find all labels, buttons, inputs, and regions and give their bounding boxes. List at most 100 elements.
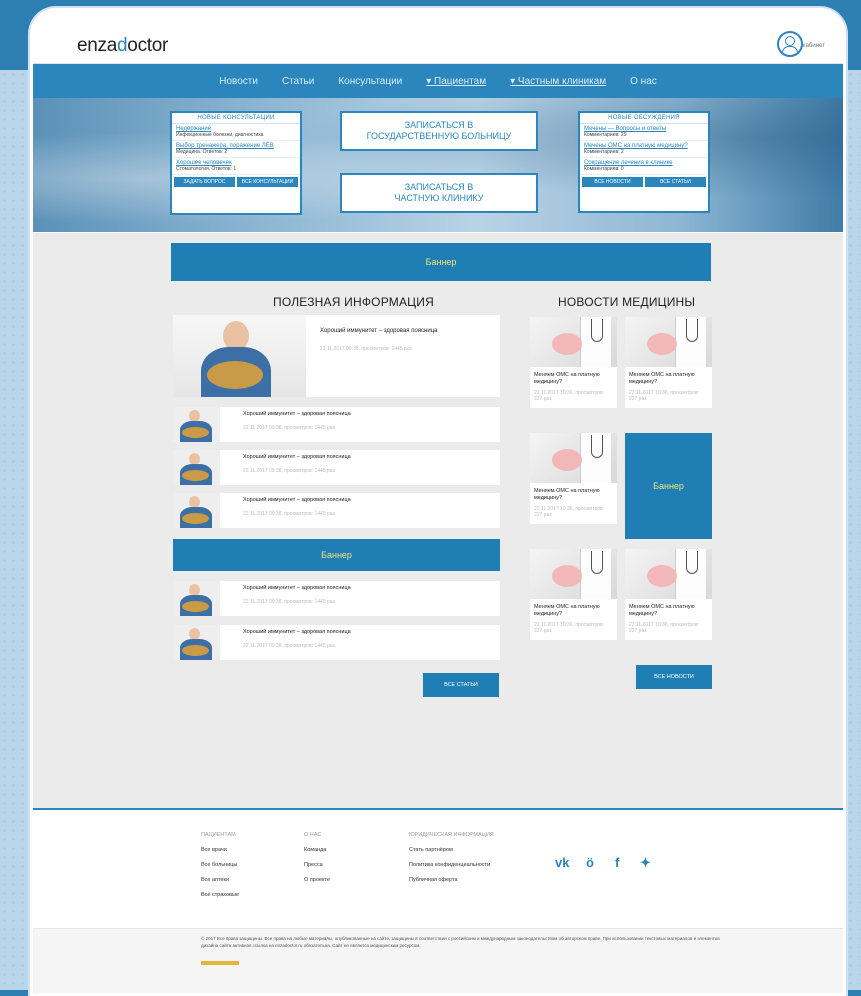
counter-badge[interactable] — [201, 961, 239, 965]
copyright-text: © 2017 Все права защищены. Все права на … — [201, 936, 720, 948]
news-card[interactable]: Меняем ОМС на платную медицину? 22.11.20… — [625, 549, 712, 640]
main-content: Баннер ПОЛЕЗНАЯ ИНФОРМАЦИЯ НОВОСТИ МЕДИЦ… — [33, 233, 843, 808]
footer-link[interactable]: Все врачи — [201, 843, 239, 858]
article-title[interactable]: Хороший иммунитет – здоровая поясница — [243, 497, 351, 503]
all-consultations-button[interactable]: ВСЕ КОНСУЛЬТАЦИИ — [237, 177, 298, 187]
consultation-item[interactable]: Выбор тренажера, поражение ЛЁВ Медицина. … — [172, 141, 300, 158]
article-item[interactable]: Хороший иммунитет – здоровая поясница 22… — [173, 625, 500, 660]
news-card[interactable]: Меняем ОМС на платную медицину? 22.11.20… — [530, 433, 617, 524]
footer-link[interactable]: Все аптеки — [201, 873, 239, 888]
medical-news-title: НОВОСТИ МЕДИЦИНЫ — [558, 295, 696, 309]
discussion-item[interactable]: Мечены — Вопросы и ответы Комментариев: 2… — [580, 124, 708, 141]
article-item[interactable]: Хороший иммунитет – здоровая поясница 22… — [173, 450, 500, 485]
article-item[interactable]: Хороший иммунитет – здоровая поясница 22… — [173, 581, 500, 616]
footer-heading: ЮРИДИЧЕСКАЯ ИНФОРМАЦИЯ — [409, 832, 494, 838]
all-articles-button[interactable]: ВСЕ СТАТЬИ — [645, 177, 706, 187]
news-meta: 22.11.2017 10:36, просмотров: 227 раз — [534, 506, 605, 518]
news-title[interactable]: Меняем ОМС на платную медицину? — [530, 483, 617, 502]
twitter-icon[interactable]: ✦ — [640, 855, 651, 871]
odnoklassniki-icon[interactable]: ö — [586, 855, 594, 870]
main-nav: Новости Статьи Консультации ▾ Пациентам … — [33, 64, 843, 98]
copyright-bar: © 2017 Все права защищены. Все права на … — [33, 928, 843, 993]
user-profile-icon[interactable] — [777, 31, 803, 57]
news-card[interactable]: Меняем ОМС на платную медицину? 22.11.20… — [530, 317, 617, 408]
article-thumb — [173, 407, 220, 442]
footer-link[interactable]: Все больницы — [201, 858, 239, 873]
side-banner[interactable]: Баннер — [625, 433, 712, 539]
news-title[interactable]: Меняем ОМС на платную медицину? — [625, 599, 712, 618]
article-meta: 22.11.2017 09:38, просмотров: 1445 раз — [243, 468, 335, 474]
consultation-item[interactable]: Недержание Инфекционные болезни, диагност… — [172, 124, 300, 141]
article-item[interactable]: Хороший иммунитет – здоровая поясница 22… — [173, 407, 500, 442]
discussion-sub: Комментариев: 0 — [584, 166, 624, 172]
book-state-line2: ГОСУДАРСТВЕННУЮ БОЛЬНИЦУ — [366, 131, 512, 141]
news-title[interactable]: Меняем ОМС на платную медицину? — [625, 367, 712, 386]
article-meta: 22.11.2017 09:38, просмотров: 1445 раз — [243, 511, 335, 517]
logo[interactable]: enzadoctor — [77, 35, 168, 57]
footer-col-legal: ЮРИДИЧЕСКАЯ ИНФОРМАЦИЯ Стать партнёром П… — [409, 828, 494, 888]
vk-icon[interactable]: vk — [555, 855, 569, 870]
article-thumb — [173, 625, 220, 660]
facebook-icon[interactable]: f — [615, 855, 619, 870]
nav-private-clinics[interactable]: ▾ Частным клиникам — [510, 76, 606, 87]
article-title[interactable]: Хороший иммунитет – здоровая поясница — [243, 411, 351, 417]
logo-text: enza — [77, 35, 118, 56]
nav-about[interactable]: О нас — [630, 76, 657, 87]
profile-label[interactable]: кабинет — [803, 43, 825, 49]
all-articles-button[interactable]: ВСЕ СТАТЬИ — [423, 673, 499, 697]
news-meta: 22.11.2017 10:36, просмотров: 227 раз — [629, 622, 700, 634]
footer-link[interactable]: Политика конфиденциальности — [409, 858, 494, 873]
consultations-title: НОВЫЕ КОНСУЛЬТАЦИИ — [172, 113, 300, 124]
nav-consultations[interactable]: Консультации — [338, 76, 402, 87]
book-private-clinic-button[interactable]: ЗАПИСАТЬСЯ В ЧАСТНУЮ КЛИНИКУ — [340, 173, 538, 213]
nav-patients[interactable]: ▾ Пациентам — [426, 76, 486, 87]
ask-question-button[interactable]: ЗАДАТЬ ВОПРОС — [174, 177, 235, 187]
footer-link[interactable]: Команда — [304, 843, 330, 858]
book-private-line1: ЗАПИСАТЬСЯ В — [404, 182, 474, 192]
article-title[interactable]: Хороший иммунитет – здоровая поясница — [243, 454, 351, 460]
discussions-box: НОВЫЕ ОБСУЖДЕНИЯ Мечены — Вопросы и отве… — [578, 111, 710, 213]
discussion-sub: Комментариев: 2 — [584, 149, 624, 155]
middle-banner[interactable]: Баннер — [173, 539, 500, 571]
footer-link[interactable]: Пресса — [304, 858, 330, 873]
logo-accent: d — [117, 35, 128, 56]
article-title[interactable]: Хороший иммунитет – здоровая поясница — [243, 629, 351, 635]
article-meta: 22.11.2017 09:38, просмотров: 1445 раз — [243, 425, 335, 431]
footer-link[interactable]: О проекте — [304, 873, 330, 888]
nav-news[interactable]: Новости — [219, 76, 258, 87]
consultations-box: НОВЫЕ КОНСУЛЬТАЦИИ Недержание Инфекционны… — [170, 111, 302, 215]
browser-frame: enzadoctor кабинет Новости Статьи Консул… — [30, 8, 846, 996]
article-thumb — [173, 450, 220, 485]
top-banner[interactable]: Баннер — [171, 243, 711, 281]
discussion-item[interactable]: Мечены ОМС на платную медицину? Комментар… — [580, 141, 708, 158]
discussion-sub: Комментариев: 29 — [584, 132, 627, 138]
footer-link[interactable]: Стать партнёром — [409, 843, 494, 858]
book-state-hospital-button[interactable]: ЗАПИСАТЬСЯ В ГОСУДАРСТВЕННУЮ БОЛЬНИЦУ — [340, 111, 538, 151]
book-private-line2: ЧАСТНУЮ КЛИНИКУ — [394, 193, 484, 203]
consultations-actions: ЗАДАТЬ ВОПРОС ВСЕ КОНСУЛЬТАЦИИ — [172, 175, 300, 189]
news-meta: 22.11.2017 10:36, просмотров: 227 раз — [534, 622, 605, 634]
featured-article[interactable]: Хороший иммунитет – здоровая поясница 22… — [173, 315, 500, 397]
news-card[interactable]: Меняем ОМС на платную медицину? 22.11.20… — [530, 549, 617, 640]
article-title[interactable]: Хороший иммунитет – здоровая поясница — [243, 585, 351, 591]
article-thumb — [173, 581, 220, 616]
article-thumb — [173, 493, 220, 528]
consultation-item[interactable]: Хорошее человечек Стоматология. Ответов: … — [172, 158, 300, 175]
footer-link[interactable]: Публичная оферта — [409, 873, 494, 888]
all-news-button[interactable]: ВСЕ НОВОСТИ — [582, 177, 643, 187]
nav-articles[interactable]: Статьи — [282, 76, 314, 87]
consultation-sub: Инфекционные болезни, диагностика — [176, 132, 264, 138]
news-card[interactable]: Меняем ОМС на платную медицину? 22.11.20… — [625, 317, 712, 408]
featured-article-meta: 22.11.2017 09:38, просмотров: 1445 раз — [320, 346, 412, 352]
footer-link[interactable]: Все страховые — [201, 888, 239, 903]
news-meta: 22.11.2017 10:36, просмотров: 227 раз — [629, 390, 700, 402]
discussion-item[interactable]: Сокращение лечения в клинике Комментариев… — [580, 158, 708, 175]
news-title[interactable]: Меняем ОМС на платную медицину? — [530, 599, 617, 618]
article-item[interactable]: Хороший иммунитет – здоровая поясница 22… — [173, 493, 500, 528]
news-image — [530, 433, 617, 483]
news-image — [625, 317, 712, 367]
all-news-button[interactable]: ВСЕ НОВОСТИ — [636, 665, 712, 689]
featured-article-title[interactable]: Хороший иммунитет – здоровая поясница — [320, 328, 437, 334]
news-title[interactable]: Меняем ОМС на платную медицину? — [530, 367, 617, 386]
article-meta: 22.11.2017 09:38, просмотров: 1445 раз — [243, 599, 335, 605]
